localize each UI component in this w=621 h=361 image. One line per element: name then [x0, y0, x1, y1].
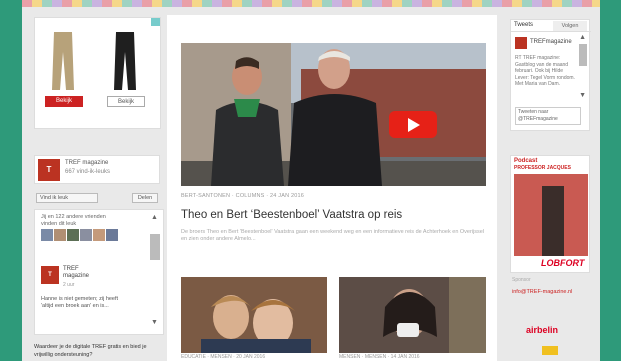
facebook-page-box[interactable]: T TREF magazine 667 vind-ik-leuks — [34, 155, 160, 184]
partner-logo[interactable] — [542, 346, 558, 355]
product-pants-beige[interactable]: Bekijk — [41, 32, 85, 122]
facebook-fanbox: Jij en 122 andere vrienden vinden dit le… — [34, 209, 164, 335]
right-column: Tweets Volgen TREFmagazine RT TREF magaz… — [506, 15, 594, 361]
tref-logo-icon: T — [38, 159, 60, 181]
podcast-subtitle: PROFESSOR JACQUES — [514, 165, 571, 171]
woman-drinking-image — [339, 277, 486, 353]
product-button[interactable]: Bekijk — [107, 96, 145, 107]
person-image — [288, 49, 382, 186]
post-body: Hanne is niet gemeten; zij heeft 'altijd… — [41, 296, 119, 309]
contact-link[interactable]: info@TREF-magazine.nl — [512, 289, 572, 295]
tweet-author[interactable]: TREFmagazine — [530, 39, 572, 45]
tweet-text: RT TREF magazine: Gastblog van de maand … — [515, 55, 575, 87]
like-bar: Vind ik leuk Delen — [34, 191, 160, 205]
fb-page-name[interactable]: TREF magazine — [65, 160, 108, 166]
podcast-banner[interactable]: Podcast PROFESSOR JACQUES LOBFORT — [510, 155, 590, 273]
featured-video[interactable] — [181, 43, 486, 186]
article-excerpt: De broers Theo en Bert 'Beestenboel' Vaa… — [181, 229, 485, 242]
children-image — [181, 277, 327, 353]
fan-avatar[interactable] — [54, 229, 66, 241]
person-image — [211, 57, 284, 186]
podcast-image — [514, 174, 588, 256]
product-pants-black[interactable]: Bekijk — [103, 32, 147, 122]
sponsor-logo[interactable]: airbelin — [526, 325, 558, 335]
scroll-thumb[interactable] — [150, 234, 160, 260]
scroll-thumb[interactable] — [579, 44, 587, 66]
tab-tweets[interactable]: Tweets — [514, 22, 533, 28]
article-thumbnail[interactable] — [339, 277, 486, 353]
article-thumbnail[interactable] — [181, 277, 327, 353]
article-meta: BERT-SANTONEN · COLUMNS · 24 JAN 2016 — [181, 193, 305, 199]
pants-image — [114, 32, 136, 90]
ad-banner[interactable]: Bekijk Bekijk — [34, 17, 161, 129]
share-button[interactable]: Delen — [132, 193, 158, 203]
post-time: 2 uur — [63, 282, 75, 288]
fan-avatar[interactable] — [67, 229, 79, 241]
fan-avatar[interactable] — [80, 229, 92, 241]
adchoices-icon[interactable] — [151, 18, 160, 26]
fanbox-scrollbar[interactable]: ▲ ▼ — [148, 214, 160, 326]
scroll-down-icon[interactable]: ▼ — [579, 92, 586, 99]
main-content: BERT-SANTONEN · COLUMNS · 24 JAN 2016 Th… — [167, 15, 497, 361]
tref-logo-icon — [515, 37, 527, 49]
scroll-up-icon[interactable]: ▲ — [151, 214, 158, 221]
pants-image — [52, 32, 74, 90]
product-button[interactable]: Bekijk — [45, 96, 83, 107]
thumbnail-meta: EDUCATIE · MENSEN · 20 JAN 2016 — [181, 354, 266, 360]
fan-count: Jij en 122 andere vrienden vinden dit le… — [41, 214, 106, 227]
scroll-down-icon[interactable]: ▼ — [151, 319, 158, 326]
fb-likes: 667 vind-ik-leuks — [65, 169, 111, 175]
twitter-widget: Tweets Volgen TREFmagazine RT TREF magaz… — [510, 19, 591, 131]
tweet-input[interactable]: Tweeten naar @TREFmagazine — [515, 107, 581, 125]
like-button[interactable]: Vind ik leuk — [36, 193, 98, 203]
scroll-up-icon[interactable]: ▲ — [579, 34, 586, 41]
top-stripe — [22, 0, 600, 7]
podcast-title: Podcast — [514, 158, 538, 164]
fan-faces — [41, 228, 123, 248]
podcast-brand: LOBFORT — [541, 258, 585, 268]
page: Bekijk Bekijk T TREF magazine 667 vind-i… — [22, 7, 600, 361]
thumbnail-meta: MENSEN · MENSEN · 14 JAN 2016 — [339, 354, 420, 360]
tref-logo-icon: T — [41, 266, 59, 284]
fan-avatar[interactable] — [93, 229, 105, 241]
sponsor-name: airbelin — [526, 325, 559, 335]
post-author[interactable]: TREF magazine — [63, 266, 103, 280]
sponsor-label: Sponsor — [512, 277, 531, 283]
support-question: Waardeer je de digitale TREF gratis en b… — [34, 344, 147, 358]
fan-avatar[interactable] — [106, 229, 118, 241]
twitter-tabs: Tweets Volgen — [511, 20, 591, 32]
fan-avatar[interactable] — [41, 229, 53, 241]
follow-button[interactable]: Volgen — [553, 21, 587, 31]
left-column: Bekijk Bekijk T TREF magazine 667 vind-i… — [30, 15, 180, 361]
play-button-icon[interactable] — [389, 111, 437, 138]
article-title[interactable]: Theo en Bert ‘Beestenboel’ Vaatstra op r… — [181, 209, 402, 221]
